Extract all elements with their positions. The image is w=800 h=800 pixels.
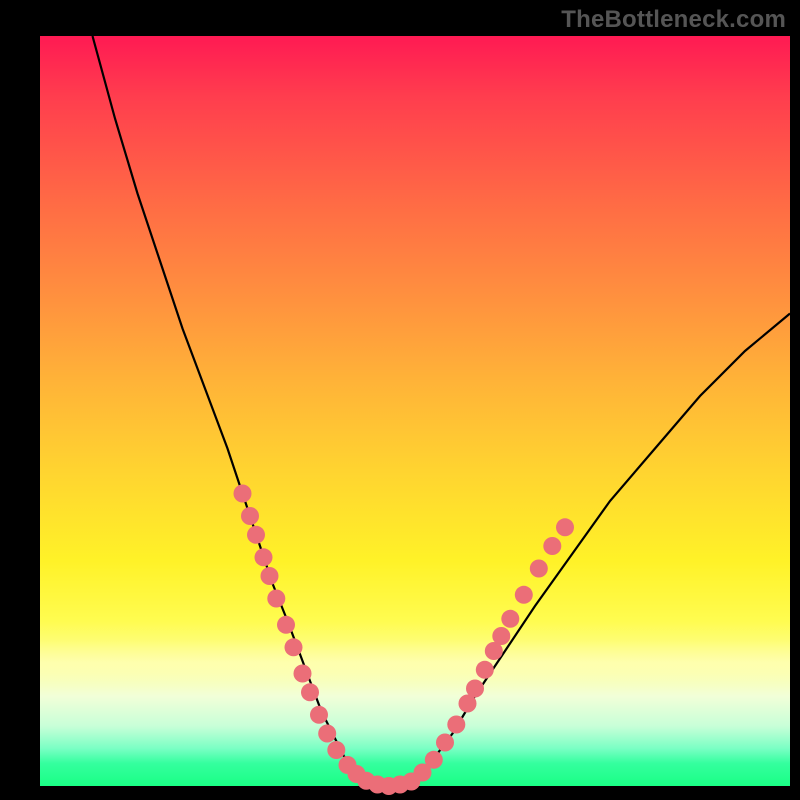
sample-dot: [267, 590, 285, 608]
sample-dot: [301, 683, 319, 701]
sample-dot: [247, 526, 265, 544]
sample-dot: [261, 567, 279, 585]
plot-area: [40, 36, 790, 786]
bottleneck-curve: [93, 36, 791, 786]
sample-dots-group: [234, 485, 575, 796]
sample-dot: [436, 734, 454, 752]
sample-dot: [241, 507, 259, 525]
sample-dot: [318, 725, 336, 743]
sample-dot: [466, 680, 484, 698]
sample-dot: [310, 706, 328, 724]
sample-dot: [447, 716, 465, 734]
sample-dot: [285, 638, 303, 656]
sample-dot: [501, 610, 519, 628]
sample-dot: [294, 665, 312, 683]
sample-dot: [492, 627, 510, 645]
sample-dot: [556, 518, 574, 536]
chart-frame: TheBottleneck.com: [0, 0, 800, 800]
curve-svg: [40, 36, 790, 786]
sample-dot: [255, 548, 273, 566]
sample-dot: [530, 560, 548, 578]
sample-dot: [234, 485, 252, 503]
sample-dot: [425, 751, 443, 769]
watermark-text: TheBottleneck.com: [561, 6, 786, 34]
sample-dot: [476, 661, 494, 679]
sample-dot: [543, 537, 561, 555]
sample-dot: [327, 741, 345, 759]
sample-dot: [515, 586, 533, 604]
sample-dot: [277, 616, 295, 634]
